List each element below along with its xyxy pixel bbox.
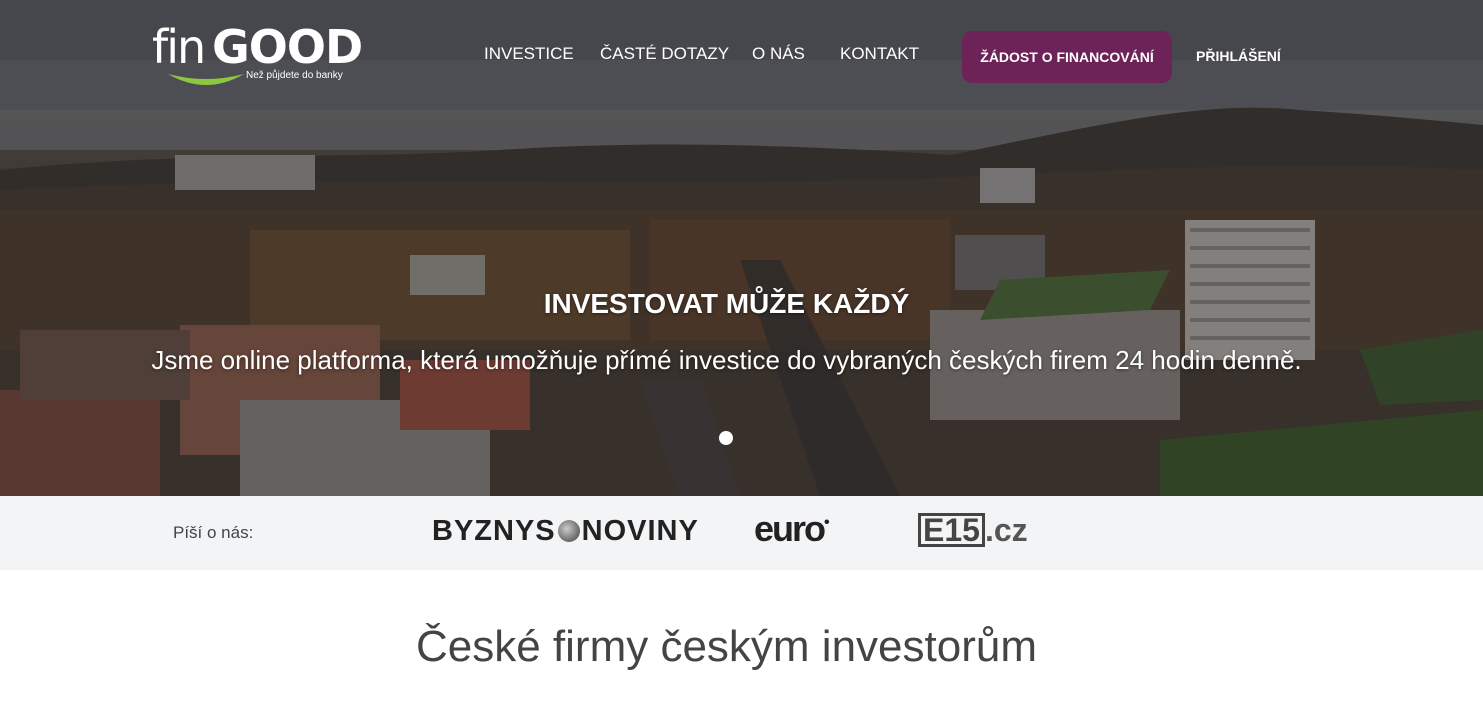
e15-suffix: .cz [984, 512, 1028, 548]
hero-title: INVESTOVAT MŮŽE KAŽDÝ [543, 288, 910, 319]
fingood-logo[interactable]: fin GOOD Než půjdete do banky [152, 20, 367, 92]
hero-section: fin GOOD Než půjdete do banky INVESTICE … [0, 0, 1483, 496]
byznys-text: BYZNYS [432, 515, 556, 547]
section-heading: České firmy českým investorům [415, 622, 1037, 671]
logo-tagline: Než půjdete do banky [246, 70, 343, 81]
financing-request-button[interactable]: ŽÁDOST O FINANCOVÁNÍ [962, 31, 1172, 83]
e15-logo[interactable]: E15 .cz [918, 512, 1028, 549]
nav-kontakt[interactable]: KONTAKT [840, 44, 919, 64]
logo-smile-icon [168, 74, 244, 85]
noviny-text: NOVINY [581, 515, 699, 547]
slider-dot[interactable] [719, 431, 733, 445]
press-strip: Píší o nás: BYZNYS NOVINY euro• E15 .cz [0, 496, 1483, 570]
euro-logo[interactable]: euro• [754, 508, 829, 550]
nav-o-nas[interactable]: O NÁS [752, 44, 805, 64]
byznys-noviny-logo[interactable]: BYZNYS NOVINY [432, 515, 699, 548]
nav-investice[interactable]: INVESTICE [484, 44, 574, 64]
hero-subtitle: Jsme online platforma, která umožňuje př… [151, 345, 1302, 375]
logo-good-text: GOOD [212, 20, 363, 74]
nav-caste-dotazy[interactable]: ČASTÉ DOTAZY [600, 44, 729, 64]
e15-box-text: E15 [918, 513, 985, 547]
globe-icon [557, 520, 580, 542]
login-link[interactable]: PŘIHLÁŠENÍ [1196, 48, 1281, 64]
euro-mark: • [824, 514, 829, 531]
press-label: Píší o nás: [173, 523, 254, 542]
euro-text: euro [754, 508, 826, 549]
logo-fin-text: fin [152, 20, 206, 74]
